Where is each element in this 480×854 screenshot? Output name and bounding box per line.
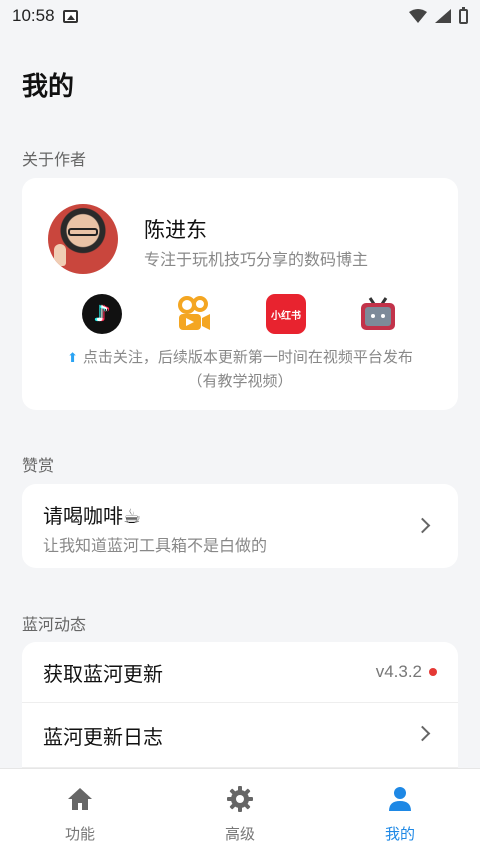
status-bar: 10:58 <box>0 0 480 32</box>
signal-icon <box>435 9 451 23</box>
xiaohongshu-icon[interactable]: 小红书 <box>266 294 306 334</box>
avatar[interactable] <box>48 204 118 274</box>
tiktok-icon[interactable]: ♪ <box>82 294 122 334</box>
nav-item-advanced[interactable]: 高级 <box>160 769 320 854</box>
page-title: 我的 <box>22 72 75 102</box>
chevron-right-icon <box>414 725 431 742</box>
version-label: v4.3.2 <box>375 662 422 681</box>
gear-icon <box>227 786 253 812</box>
buy-coffee-title: 请喝咖啡☕ <box>43 504 141 528</box>
bilibili-icon[interactable] <box>358 294 398 334</box>
kuaishou-icon[interactable] <box>174 294 214 334</box>
section-label-updates: 蓝河动态 <box>22 615 87 634</box>
up-arrow-icon: ⬆ <box>67 351 79 366</box>
status-time: 10:58 <box>12 6 55 25</box>
changelog-label: 蓝河更新日志 <box>43 725 163 749</box>
nav-item-mine[interactable]: 我的 <box>320 769 480 854</box>
person-icon <box>389 787 411 811</box>
get-update-item[interactable]: 获取蓝河更新 v4.3.2 <box>22 642 458 702</box>
battery-icon <box>459 6 468 24</box>
image-notification-icon <box>62 9 78 23</box>
author-card: 陈进东 专注于玩机技巧分享的数码博主 ♪ 小红书 ⬆ 点击关注，后续版本更新第一… <box>22 178 458 410</box>
buy-coffee-subtitle: 让我知道蓝河工具箱不是白做的 <box>43 536 268 555</box>
social-links: ♪ 小红书 <box>22 294 458 334</box>
avatar-glasses <box>68 228 98 236</box>
avatar-hand <box>54 244 66 266</box>
author-description: 专注于玩机技巧分享的数码博主 <box>144 250 369 269</box>
status-indicators <box>409 6 468 24</box>
follow-hint: ⬆ 点击关注，后续版本更新第一时间在视频平台发布 （有教学视频） <box>22 346 458 392</box>
follow-hint-line1: 点击关注，后续版本更新第一时间在视频平台发布 <box>82 348 413 366</box>
bottom-nav: 功能 高级 我的 <box>0 768 480 854</box>
wifi-icon <box>409 9 427 23</box>
author-name: 陈进东 <box>144 218 207 242</box>
section-label-appreciate: 赞赏 <box>22 456 55 475</box>
chevron-right-icon <box>414 517 431 534</box>
section-label-about: 关于作者 <box>22 150 87 169</box>
follow-hint-line2: （有教学视频） <box>187 372 293 390</box>
buy-coffee-item[interactable]: 请喝咖啡☕ 让我知道蓝河工具箱不是白做的 <box>22 484 458 568</box>
nav-item-features[interactable]: 功能 <box>0 769 160 854</box>
updates-card: 获取蓝河更新 v4.3.2 蓝河更新日志 <box>22 642 458 782</box>
home-icon <box>68 788 92 810</box>
nav-label-features: 功能 <box>64 825 95 843</box>
get-update-label: 获取蓝河更新 <box>43 662 163 686</box>
nav-label-advanced: 高级 <box>224 825 255 843</box>
update-badge <box>429 668 437 676</box>
changelog-item[interactable]: 蓝河更新日志 <box>22 703 458 767</box>
nav-label-mine: 我的 <box>384 825 415 843</box>
